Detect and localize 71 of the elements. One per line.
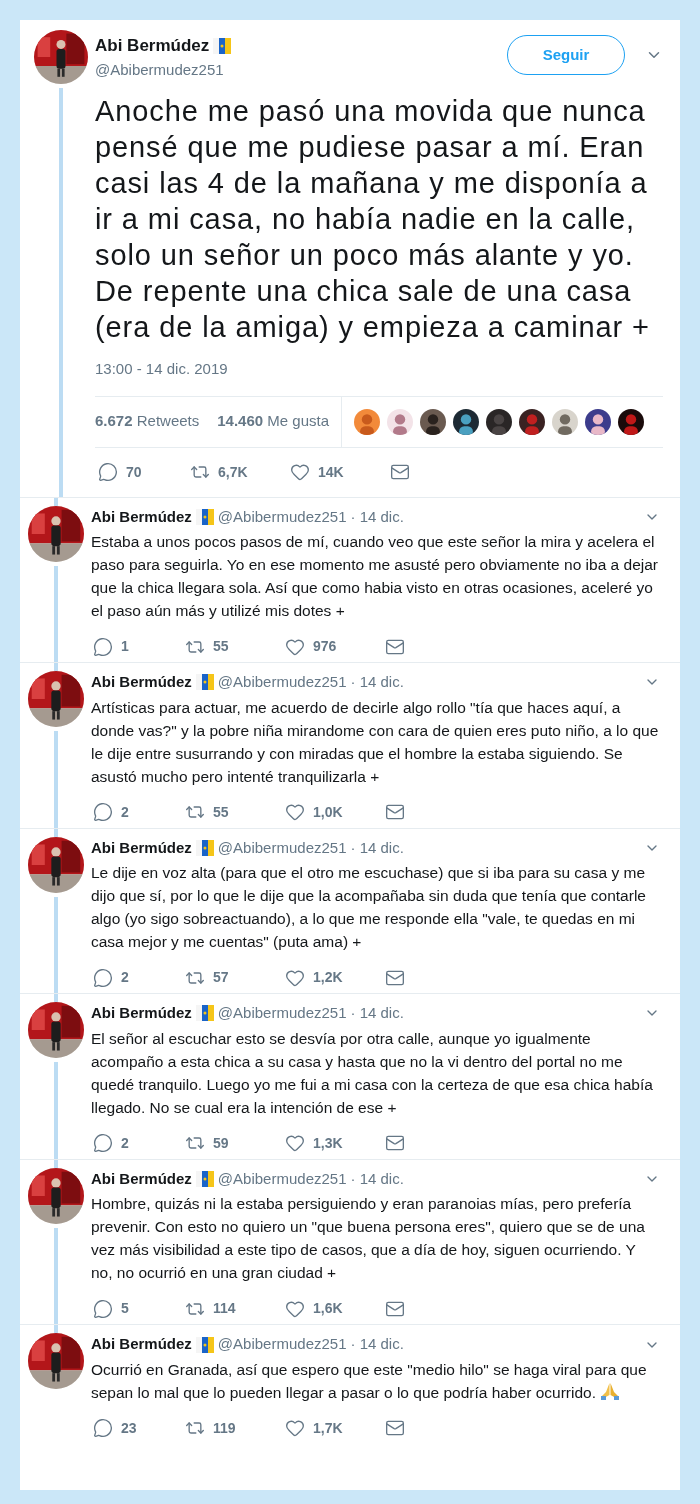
author-name[interactable]: Abi Bermúdez [91, 1002, 192, 1025]
author-name[interactable]: Abi Bermúdez [91, 836, 192, 860]
flag-icon [195, 838, 214, 857]
tweet-date[interactable]: · 14 dic. [350, 1002, 404, 1025]
reply-icon[interactable] [93, 802, 113, 823]
retweet-count: 57 [213, 968, 230, 988]
like-count: 976 [313, 637, 338, 656]
tweet-text: Artísticas para actuar, me acuerdo de decirle algo rollo "tía que haces aquí, a donde vas?" y la pobre niña mirandome con cara de quien eres puto niño, a lo que le dije entre susurrando y con miradas que el hombre la estaba siguiendo. Se asustó mucho pero intenté tranquilizarla + [91, 697, 660, 787]
reply-count: 5 [121, 1299, 130, 1319]
tweet-date[interactable]: · 14 dic. [350, 505, 404, 528]
author-name[interactable]: Abi Bermúdez [91, 1333, 192, 1356]
reply-count: 2 [121, 1133, 130, 1153]
reply-count: 1 [121, 637, 130, 656]
retweet-count: 59 [213, 1133, 230, 1153]
flag-icon [195, 673, 214, 692]
reply-icon[interactable] [93, 1298, 113, 1319]
like-icon[interactable] [285, 1418, 305, 1439]
retweet-count: 55 [213, 802, 230, 822]
reply-icon[interactable] [93, 1133, 113, 1154]
message-icon[interactable] [390, 462, 410, 482]
reply-icon[interactable] [93, 636, 113, 657]
flag-icon [195, 507, 214, 526]
author-handle[interactable]: @Abibermudez251 [217, 1167, 347, 1191]
tweet-date[interactable]: · 14 dic. [350, 836, 404, 860]
author-handle[interactable]: @Abibermudez251 [217, 1333, 347, 1356]
engagement-stat[interactable]: 14.460 Me gusta [217, 410, 329, 433]
reply-count: 23 [121, 1418, 138, 1438]
flag-icon [195, 1004, 214, 1023]
author-handle[interactable]: @Abibermudez251 [217, 1002, 347, 1025]
author-name[interactable]: Abi Bermúdez [91, 505, 192, 528]
author-handle[interactable]: @Abibermudez251 [217, 836, 347, 860]
flag-icon [213, 36, 232, 55]
retweet-count: 119 [213, 1418, 237, 1438]
tweet-text: Anoche me pasó una movida que nunca pensé que me pudiese pasar a mí. Eran casi las 4 de la mañana y me disponía a ir a mi casa, no había nadie en la calle, solo un señor un poco más alante y yo. De repente una chica sale de una casa (era de la amiga) y empieza a caminar + [95, 94, 651, 345]
author-name[interactable]: Abi Bermúdez [95, 33, 210, 59]
author-handle[interactable]: @Abibermudez251 [95, 58, 232, 81]
reply-count: 2 [121, 968, 130, 988]
author-handle[interactable]: @Abibermudez251 [217, 505, 347, 528]
flag-icon [195, 1335, 214, 1354]
tweet-text: Ocurrió en Granada, así que espero que este "medio hilo" se haga viral para que sepan lo mal que lo pueden llegar a pasar o lo que podría haber ocurrido. [91, 1359, 648, 1403]
tweet-text: Hombre, quizás ni la estaba persiguiendo y eran paranoias mías, pero prefería prevenir. Con esto no quiero un "que buena persona eres", quiero que se de una vez más visibilidad a este tipo de casos, que a día de hoy, siguen ocurriendo. Y no, no ocurrió en una gran ciudad + [91, 1194, 646, 1284]
reply-count: 2 [121, 802, 130, 822]
like-count: 1,6K [313, 1299, 344, 1319]
flag-icon [195, 1170, 214, 1189]
tweet-text: Le dije en voz alta (para que el otro me escuchase) que si iba para su casa y me dijo que sí, por lo que le dije que la acompañaba sin duda que tenía que contarle algo (yo sigo sobreactuando), a lo que me responde ella "vale, te quedas en mi casa mejor y me cuentas" (puta ama) + [91, 863, 647, 953]
like-icon[interactable] [290, 462, 310, 482]
tweet-timestamp: 13:00 - 14 dic. 2019 [95, 359, 229, 379]
reply-icon[interactable] [93, 967, 113, 988]
author-name[interactable]: Abi Bermúdez [91, 1167, 192, 1191]
tweet-date[interactable]: · 14 dic. [350, 1333, 404, 1356]
praying-hands-icon [599, 1380, 620, 1401]
like-icon[interactable] [285, 1133, 305, 1154]
reply-count: 70 [126, 462, 143, 482]
tweet-date[interactable]: · 14 dic. [350, 1167, 404, 1191]
like-count: 1,3K [313, 1133, 344, 1153]
engagement-stat[interactable]: 6.672 Retweets [95, 410, 200, 433]
reply-icon[interactable] [93, 1418, 113, 1439]
like-count: 1,2K [313, 968, 344, 988]
tweet-text: El señor al escuchar esto se desvía por otra calle, aunque yo igualmente acompaño a esta chica a su casa y hasta que no la vi dentro del portal no me quedé tranquilo. Luego yo me fui a mi casa con la certeza de que esa chica había llegado. No se cual era la intención de ese + [91, 1028, 654, 1118]
reply-icon[interactable] [98, 462, 118, 482]
tweet-text: Estaba a unos pocos pasos de mí, cuando veo que este señor la mira y acelera el paso para seguirla. Yo en ese momento me asusté pero obviamente no iba a dejar que la chica llegara sola. Así que como habia visto en otras ocasiones, aceleré yo el paso aún más y utilizé mis dotes + [91, 532, 659, 621]
author-name[interactable]: Abi Bermúdez [91, 671, 192, 694]
like-count: 1,7K [313, 1418, 344, 1438]
retweet-count: 114 [213, 1299, 237, 1319]
like-count: 1,0K [313, 802, 344, 822]
like-count: 14K [318, 462, 345, 482]
retweet-count: 6,7K [218, 462, 249, 482]
tweet-date[interactable]: · 14 dic. [350, 671, 404, 694]
retweet-count: 55 [213, 637, 230, 656]
like-icon[interactable] [285, 802, 305, 823]
author-handle[interactable]: @Abibermudez251 [217, 671, 347, 694]
